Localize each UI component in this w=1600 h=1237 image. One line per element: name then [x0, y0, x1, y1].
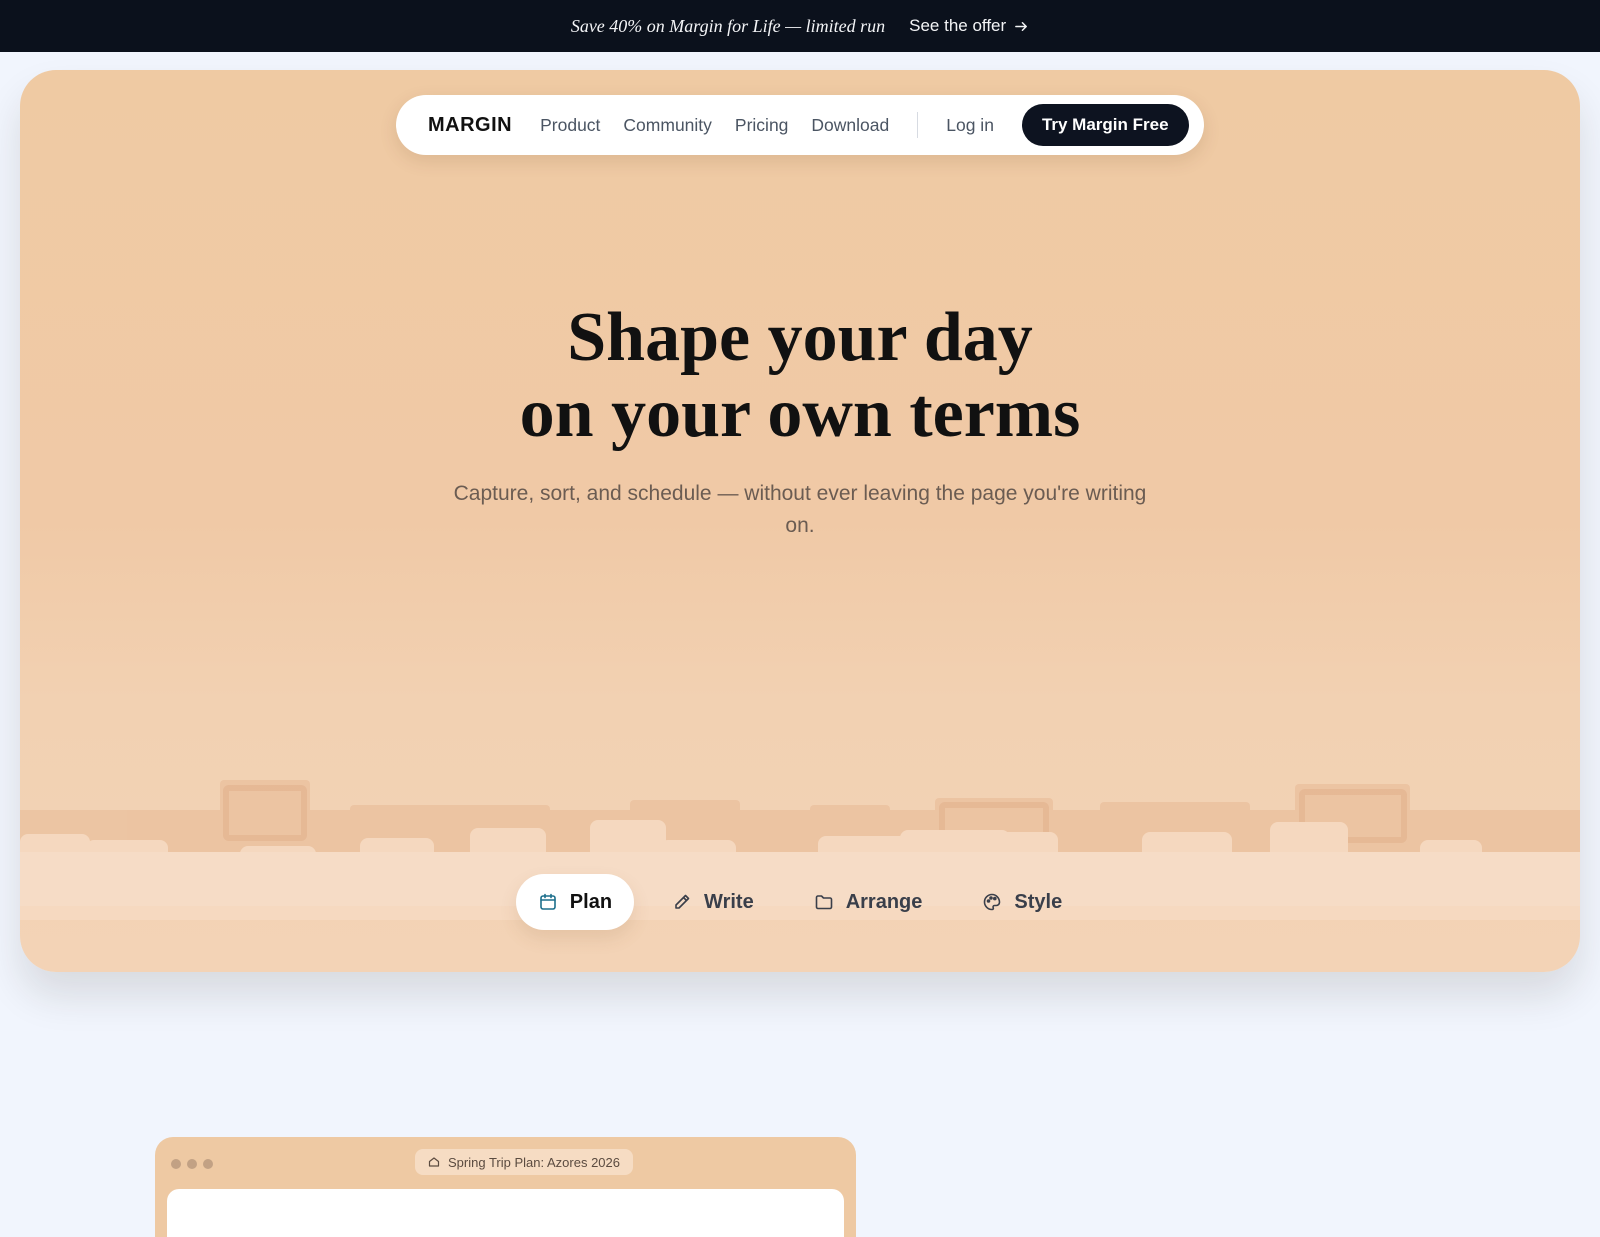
announcement-promo-text: Save 40% on Margin for Life — limited ru…	[570, 15, 886, 36]
app-preview-window: Spring Trip Plan: Azores 2026	[155, 1137, 856, 1237]
hero-headline-line-2: on your own terms	[519, 375, 1081, 452]
tab-style-label: Style	[1014, 890, 1063, 913]
tab-plan[interactable]: Plan	[515, 874, 635, 930]
window-dot-close[interactable]	[171, 1159, 181, 1169]
arrow-right-icon	[1015, 21, 1028, 31]
tab-write-label: Write	[704, 890, 754, 913]
home-icon	[428, 1157, 440, 1167]
tab-plan-label: Plan	[569, 890, 613, 913]
window-controls	[171, 1159, 213, 1169]
window-dot-maximize[interactable]	[203, 1159, 213, 1169]
window-dot-minimize[interactable]	[187, 1159, 197, 1169]
nav-links: Product Community Pricing Download	[540, 115, 889, 136]
tab-arrange[interactable]: Arrange	[792, 874, 945, 930]
hero-section: MARGIN Product Community Pricing Downloa…	[20, 70, 1580, 972]
feature-tabs: Plan Write Arrange Style	[20, 874, 1580, 930]
login-link[interactable]: Log in	[946, 115, 994, 136]
hero-subheading: Capture, sort, and schedule — without ev…	[453, 482, 1147, 537]
tab-arrange-label: Arrange	[845, 890, 923, 913]
hero-headline: Shape your day on your own terms	[20, 300, 1580, 452]
pencil-icon	[675, 894, 690, 909]
announcement-bar: Save 40% on Margin for Life — limited ru…	[0, 0, 1600, 52]
folder-icon	[815, 895, 832, 910]
calendar-icon	[539, 893, 556, 910]
see-offer-link[interactable]: See the offer	[909, 16, 1029, 36]
nav-link-community[interactable]: Community	[623, 115, 712, 136]
nav-divider	[917, 112, 919, 138]
document-title: Spring Trip Plan: Azores 2026	[448, 1154, 620, 1170]
nav-link-download[interactable]: Download	[811, 115, 889, 136]
top-nav: MARGIN Product Community Pricing Downloa…	[396, 95, 1204, 155]
document-sheet[interactable]	[167, 1189, 844, 1237]
tab-write[interactable]: Write	[650, 874, 776, 930]
hero-headline-line-1: Shape your day	[567, 299, 1033, 376]
palette-icon	[984, 893, 1001, 911]
try-free-button[interactable]: Try Margin Free	[1021, 104, 1189, 146]
see-offer-label: See the offer	[909, 16, 1007, 35]
document-title-pill[interactable]: Spring Trip Plan: Azores 2026	[415, 1149, 633, 1175]
nav-link-pricing[interactable]: Pricing	[735, 115, 789, 136]
tab-style[interactable]: Style	[960, 874, 1084, 930]
nav-link-product[interactable]: Product	[540, 115, 600, 136]
brand-logo[interactable]: MARGIN	[428, 114, 512, 137]
